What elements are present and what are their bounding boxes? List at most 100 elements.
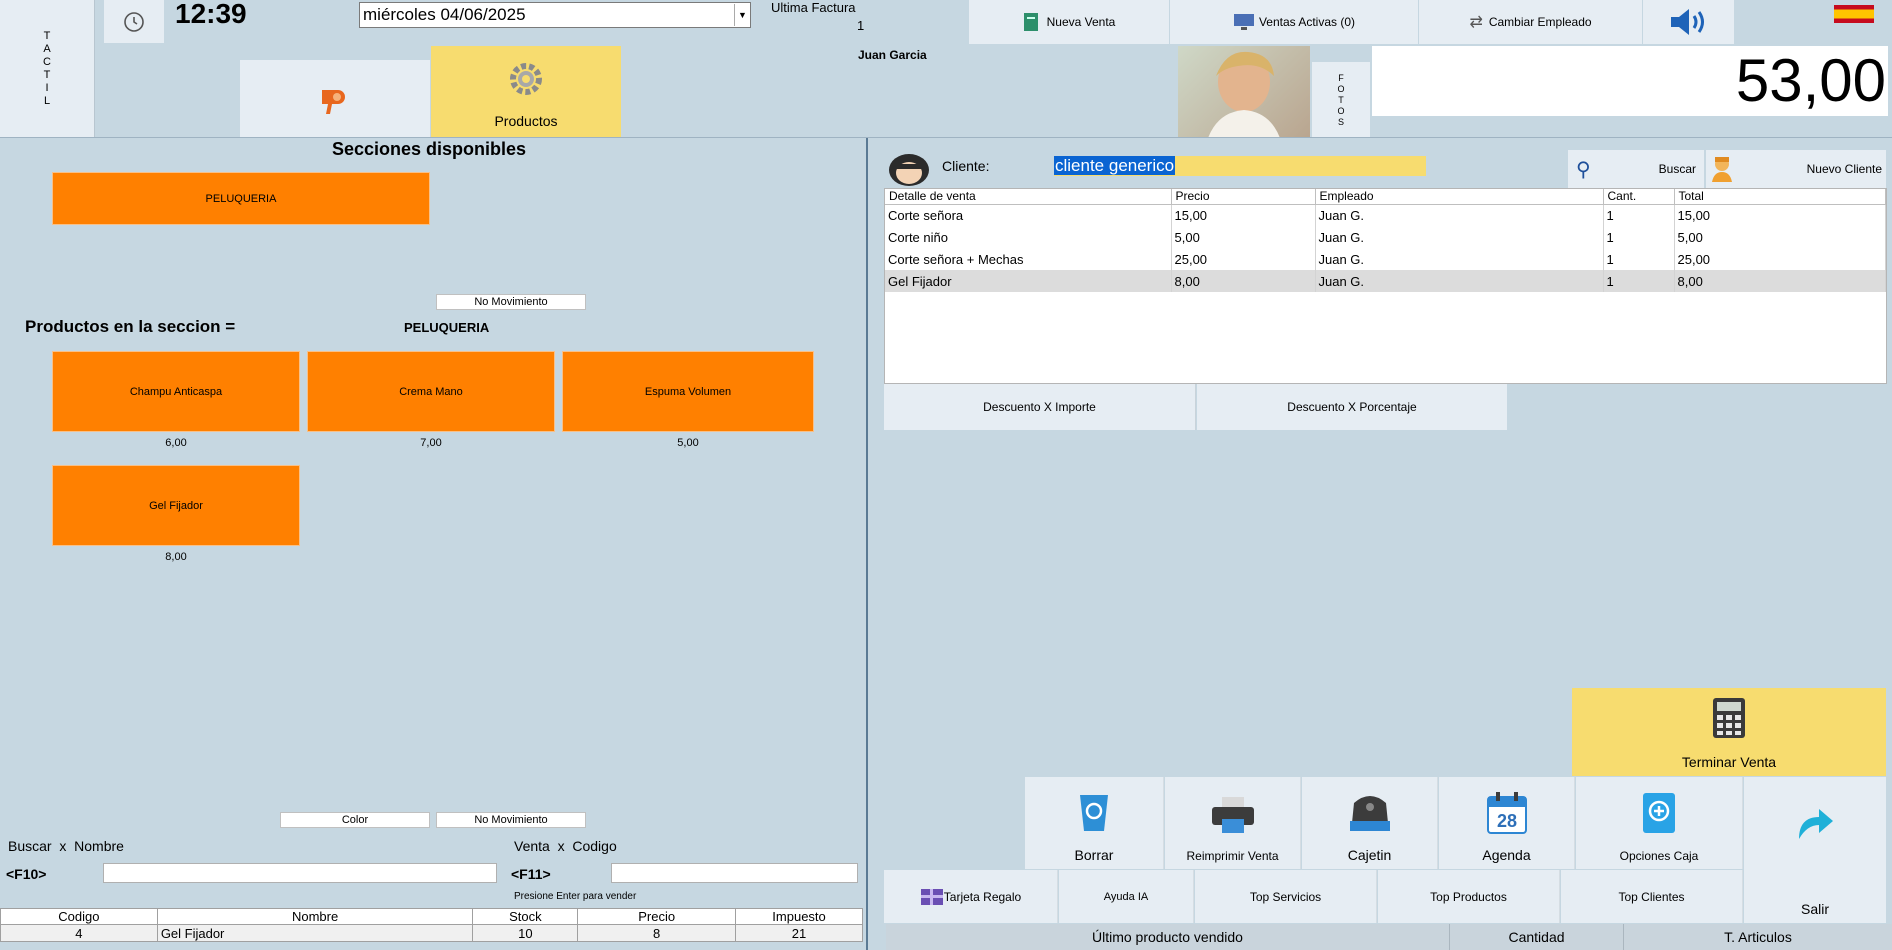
salir-label: Salir bbox=[1800, 901, 1829, 917]
product-espuma-volumen[interactable]: Espuma Volumen bbox=[562, 351, 814, 432]
reimprimir-label: Reimprimir Venta bbox=[1186, 849, 1279, 863]
cell-empleado: Juan G. bbox=[1315, 270, 1604, 292]
opciones-caja-button[interactable]: Opciones Caja bbox=[1576, 777, 1743, 869]
product-gel-fijador[interactable]: Gel Fijador bbox=[52, 465, 300, 546]
table-row-selected[interactable]: Gel Fijador 8,00 Juan G. 1 8,00 bbox=[885, 270, 1886, 292]
tarjeta-regalo-button[interactable]: Tarjeta Regalo bbox=[884, 870, 1058, 923]
terminar-venta-button[interactable]: Terminar Venta bbox=[1572, 688, 1886, 776]
product-price: 5,00 bbox=[677, 437, 699, 449]
receipt-icon bbox=[1023, 13, 1038, 31]
f10-label: <F10> bbox=[6, 866, 47, 882]
column-header[interactable]: Cant. bbox=[1603, 189, 1675, 205]
top-productos-button[interactable]: Top Productos bbox=[1378, 870, 1560, 923]
services-tab[interactable] bbox=[240, 60, 430, 138]
printer-icon bbox=[1211, 797, 1254, 833]
cell-nombre: Gel Fijador bbox=[156, 924, 474, 942]
spain-flag-icon[interactable] bbox=[1834, 5, 1874, 23]
borrar-label: Borrar bbox=[1074, 847, 1114, 863]
section-peluqueria-button[interactable]: PELUQUERIA bbox=[52, 172, 430, 225]
cell-total: 8,00 bbox=[1674, 270, 1886, 292]
clock-time: 12:39 bbox=[175, 0, 247, 29]
top-clientes-button[interactable]: Top Clientes bbox=[1561, 870, 1743, 923]
column-header[interactable]: Detalle de venta bbox=[885, 189, 1172, 205]
nueva-venta-label: Nueva Venta bbox=[1046, 15, 1116, 29]
buscar-nombre-label: Buscar x Nombre bbox=[8, 838, 124, 854]
table-row[interactable]: Corte niño 5,00 Juan G. 1 5,00 bbox=[885, 226, 1886, 248]
cell-cantidad: 1 bbox=[1603, 204, 1675, 226]
product-champu-anticaspa[interactable]: Champu Anticaspa bbox=[52, 351, 300, 432]
calculator-icon bbox=[1713, 698, 1745, 738]
column-header[interactable]: Empleado bbox=[1315, 189, 1604, 205]
swap-icon: ⇄ bbox=[1469, 14, 1483, 31]
hair-dryer-icon bbox=[322, 90, 345, 114]
product-crema-mano[interactable]: Crema Mano bbox=[307, 351, 555, 432]
column-header[interactable]: Precio bbox=[577, 908, 737, 925]
vertical-divider bbox=[866, 138, 868, 950]
descuento-porcentaje-button[interactable]: Descuento X Porcentaje bbox=[1197, 384, 1507, 430]
cash-register-icon bbox=[1349, 796, 1390, 831]
product-price: 7,00 bbox=[420, 437, 442, 449]
status-bar: Último producto vendido Cantidad T. Arti… bbox=[886, 924, 1892, 950]
column-header[interactable]: Precio bbox=[1171, 189, 1316, 205]
cell-precio: 5,00 bbox=[1171, 226, 1316, 248]
fotos-button[interactable]: FOTOS bbox=[1312, 62, 1370, 138]
cambiar-empleado-label: Cambiar Empleado bbox=[1488, 15, 1592, 29]
cell-codigo: 4 bbox=[0, 924, 158, 942]
no-movimiento-box[interactable]: No Movimiento bbox=[436, 294, 586, 310]
date-value: miércoles 04/06/2025 bbox=[363, 5, 526, 24]
table-row[interactable]: 4 Gel Fijador 10 8 21 bbox=[0, 924, 863, 942]
volume-button[interactable] bbox=[1643, 0, 1734, 44]
tarjeta-regalo-label: Tarjeta Regalo bbox=[943, 889, 1022, 904]
chevron-down-icon[interactable]: ▼ bbox=[734, 4, 750, 26]
cell-empleado: Juan G. bbox=[1315, 204, 1604, 226]
presione-enter-hint: Presione Enter para vender bbox=[514, 891, 637, 902]
gift-card-icon bbox=[920, 888, 943, 905]
ventas-activas-button[interactable]: Ventas Activas (0) bbox=[1170, 0, 1418, 44]
table-row[interactable]: Corte señora + Mechas 25,00 Juan G. 1 25… bbox=[885, 248, 1886, 270]
no-movimiento-box-bottom[interactable]: No Movimiento bbox=[436, 812, 586, 828]
table-row[interactable]: Corte señora 15,00 Juan G. 1 15,00 bbox=[885, 204, 1886, 226]
tactil-button[interactable]: TACTIL bbox=[0, 0, 95, 138]
cajetin-button[interactable]: Cajetin bbox=[1302, 777, 1438, 869]
employee-photo bbox=[1178, 46, 1310, 138]
column-header[interactable]: Impuesto bbox=[735, 908, 863, 925]
buscar-nombre-input[interactable] bbox=[103, 863, 497, 883]
client-avatar-icon bbox=[886, 150, 932, 188]
column-header[interactable]: Total bbox=[1674, 189, 1886, 205]
buscar-cliente-button[interactable]: ⚲ Buscar bbox=[1568, 150, 1704, 188]
settings-book-icon bbox=[1643, 793, 1675, 833]
agenda-button[interactable]: 28 Agenda bbox=[1439, 777, 1575, 869]
salir-button[interactable]: Salir bbox=[1744, 777, 1886, 923]
user-add-icon bbox=[1712, 157, 1732, 182]
cell-detalle: Corte niño bbox=[885, 226, 1172, 248]
secciones-title: Secciones disponibles bbox=[332, 139, 527, 159]
color-box[interactable]: Color bbox=[280, 812, 430, 828]
date-select[interactable]: miércoles 04/06/2025 ▼ bbox=[359, 2, 751, 28]
column-header[interactable]: Stock bbox=[472, 908, 579, 925]
table-header-row: Detalle de venta Precio Empleado Cant. T… bbox=[885, 189, 1886, 205]
buscar-label: Buscar bbox=[1658, 162, 1696, 176]
products-tab-label: Productos bbox=[494, 113, 558, 129]
total-amount: 53,00 bbox=[1735, 47, 1886, 114]
ventas-activas-label: Ventas Activas (0) bbox=[1258, 15, 1356, 29]
clock-button[interactable] bbox=[104, 0, 164, 43]
calendar-day: 28 bbox=[1496, 811, 1516, 831]
productos-label: Productos en la seccion = bbox=[25, 317, 236, 336]
reimprimir-venta-button[interactable]: Reimprimir Venta bbox=[1165, 777, 1301, 869]
nuevo-cliente-button[interactable]: Nuevo Cliente bbox=[1706, 150, 1886, 188]
descuento-importe-button[interactable]: Descuento X Importe bbox=[884, 384, 1196, 430]
cambiar-empleado-button[interactable]: ⇄ Cambiar Empleado bbox=[1419, 0, 1642, 44]
ayuda-ia-button[interactable]: Ayuda IA bbox=[1059, 870, 1194, 923]
header-divider bbox=[0, 137, 1892, 138]
products-tab[interactable]: Productos bbox=[431, 46, 621, 138]
column-header[interactable]: Codigo bbox=[0, 908, 158, 925]
cell-stock: 10 bbox=[472, 924, 579, 942]
venta-codigo-input[interactable] bbox=[611, 863, 858, 883]
borrar-button[interactable]: Borrar bbox=[1025, 777, 1164, 869]
cantidad-label: Cantidad bbox=[1450, 924, 1624, 950]
column-header[interactable]: Nombre bbox=[156, 908, 474, 925]
top-servicios-button[interactable]: Top Servicios bbox=[1195, 870, 1377, 923]
cliente-field[interactable]: cliente generico bbox=[1054, 156, 1426, 176]
nueva-venta-button[interactable]: Nueva Venta bbox=[969, 0, 1169, 44]
tactil-label: TACTIL bbox=[41, 30, 53, 108]
